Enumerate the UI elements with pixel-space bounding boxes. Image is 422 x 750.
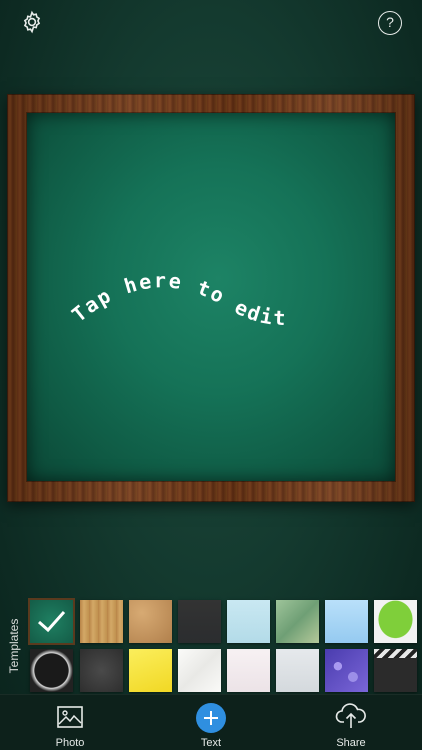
template-thumb-purple-bokeh[interactable]: [325, 649, 368, 692]
photo-button[interactable]: Photo: [35, 695, 105, 750]
share-label: Share: [336, 737, 366, 749]
template-thumb-clapperboard[interactable]: [374, 649, 417, 692]
board-text-svg: Tap here to edit: [67, 268, 288, 330]
template-thumb-wood-plank[interactable]: [80, 600, 123, 643]
add-text-circle: [196, 703, 226, 733]
help-button[interactable]: ?: [378, 11, 402, 35]
text-label: Text: [200, 737, 222, 749]
share-button[interactable]: Share: [316, 695, 386, 750]
template-thumb-cork-board[interactable]: [129, 600, 172, 643]
checkmark-icon: [38, 611, 66, 633]
template-thumb-gray-paper[interactable]: [276, 649, 319, 692]
settings-button[interactable]: [20, 10, 44, 34]
app-screen: ? Tap here to edit Templates Photo Text …: [0, 0, 422, 750]
chalkboard-surface[interactable]: Tap here to edit: [27, 113, 395, 481]
template-thumb-green-speech-bubble[interactable]: [374, 600, 417, 643]
plus-icon: [204, 711, 218, 725]
photo-label: Photo: [55, 737, 85, 749]
template-thumb-yellow-sticky-note[interactable]: [129, 649, 172, 692]
template-thumb-light-blue-paper[interactable]: [227, 600, 270, 643]
template-thumb-black-chalkboard-wood-frame[interactable]: [178, 600, 221, 643]
top-bar: ?: [0, 0, 422, 46]
template-thumb-pink-notepad[interactable]: [227, 649, 270, 692]
chalkboard-canvas[interactable]: Tap here to edit: [7, 94, 415, 502]
cloud-upload-icon: [335, 703, 366, 728]
template-thumb-white-crumpled-paper[interactable]: [178, 649, 221, 692]
template-thumb-blue-sticky-note[interactable]: [325, 600, 368, 643]
gear-icon: [23, 10, 41, 34]
bottom-toolbar: Photo Text Share: [0, 694, 422, 750]
photo-icon: [57, 706, 83, 728]
template-thumb-dark-chalkboard[interactable]: [80, 649, 123, 692]
tap-here-to-edit-text[interactable]: Tap here to edit: [67, 268, 288, 330]
help-label: ?: [386, 14, 394, 30]
template-thumb-black-grunge-frame[interactable]: [30, 649, 73, 692]
text-button[interactable]: Text: [176, 695, 246, 750]
template-thumb-green-chalkboard[interactable]: [28, 598, 75, 645]
templates-label: Templates: [7, 618, 21, 674]
template-thumb-map-paper[interactable]: [276, 600, 319, 643]
